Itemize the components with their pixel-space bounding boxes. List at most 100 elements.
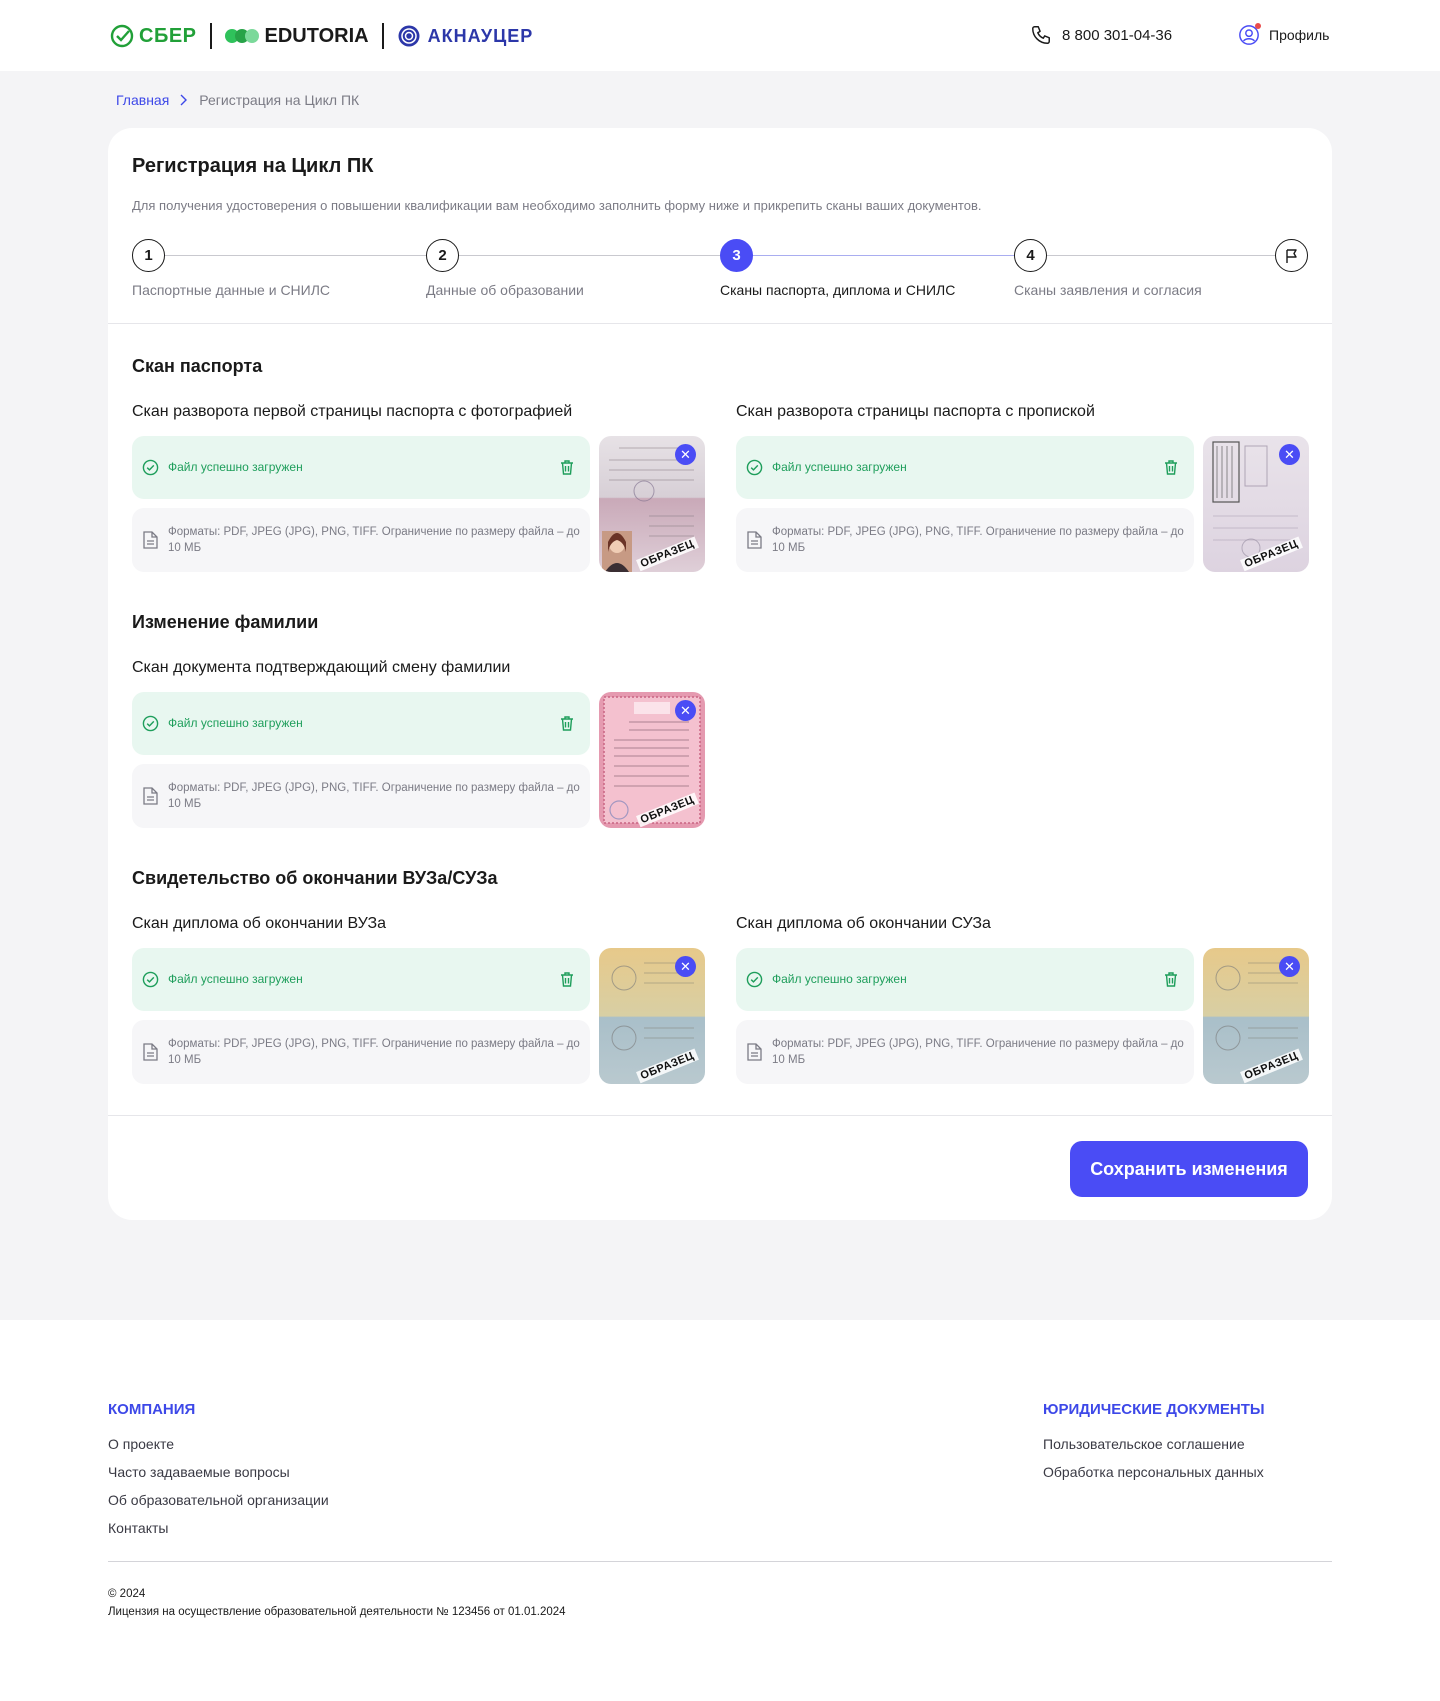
upload-info-box[interactable]: Форматы: PDF, JPEG (JPG), PNG, TIFF. Огр…: [132, 1020, 590, 1084]
step-connector: [753, 255, 1014, 256]
upload-status: Файл успешно загружен: [772, 972, 907, 986]
college-diploma-preview[interactable]: ✕ ОБРАЗЕЦ: [1203, 948, 1309, 1084]
field-label-passport-registration: Скан разворота страницы паспорта с пропи…: [736, 403, 1095, 420]
step-1-label[interactable]: Паспортные данные и СНИЛС: [132, 282, 330, 298]
file-icon: [747, 1043, 762, 1061]
profile-icon: [1238, 23, 1261, 46]
phone-number: 8 800 301-04-36: [1062, 26, 1173, 44]
notification-dot: [1255, 23, 1261, 29]
footer-legal-title: ЮРИДИЧЕСКИЕ ДОКУМЕНТЫ: [1043, 1401, 1265, 1418]
upload-success-box: Файл успешно загружен: [132, 692, 590, 755]
section-title-education: Свидетельство об окончании ВУЗа/СУЗа: [132, 868, 498, 888]
phone-link[interactable]: 8 800 301-04-36: [1030, 24, 1172, 46]
aknaucer-text: АКНАУЦЕР: [427, 25, 534, 46]
breadcrumb-current: Регистрация на Цикл ПК: [199, 92, 360, 108]
upload-success-box: Файл успешно загружен: [736, 948, 1194, 1011]
step-finish-circle[interactable]: [1275, 239, 1308, 272]
check-circle-icon: [142, 459, 159, 476]
upload-formats: Форматы: PDF, JPEG (JPG), PNG, TIFF. Огр…: [168, 1038, 580, 1066]
upload-info-box[interactable]: Форматы: PDF, JPEG (JPG), PNG, TIFF. Огр…: [132, 764, 590, 828]
edutoria-text: EDUTORIA: [264, 24, 369, 47]
logo-separator: [381, 23, 384, 49]
trash-icon[interactable]: [559, 971, 575, 988]
upload-status: Файл успешно загружен: [772, 460, 907, 474]
footer-license: Лицензия на осуществление образовательно…: [108, 1606, 566, 1618]
section-title-passport: Скан паспорта: [132, 356, 263, 376]
footer-divider: [108, 1561, 1332, 1562]
step-4-circle[interactable]: 4: [1014, 239, 1047, 272]
logo-separator: [209, 23, 212, 49]
surname-document-preview[interactable]: ✕ ОБРАЗЕЦ: [599, 692, 705, 828]
profile-link[interactable]: Профиль: [1238, 23, 1330, 46]
passport-registration-preview[interactable]: ✕ ОБРАЗЕЦ: [1203, 436, 1309, 572]
breadcrumb-home[interactable]: Главная: [116, 92, 169, 108]
header: СБЕР EDUTORIA АКНАУЦЕР 8 800 301-04-36 П…: [0, 0, 1440, 71]
footer-link-faq[interactable]: Часто задаваемые вопросы: [108, 1464, 290, 1480]
footer-link-personal-data[interactable]: Обработка персональных данных: [1043, 1464, 1264, 1480]
upload-info-box[interactable]: Форматы: PDF, JPEG (JPG), PNG, TIFF. Огр…: [736, 1020, 1194, 1084]
field-label-university-diploma: Скан диплома об окончании ВУЗа: [132, 915, 387, 932]
aknaucer-logo[interactable]: АКНАУЦЕР: [397, 24, 534, 48]
upload-college-diploma: Файл успешно загружен Форматы: PDF, JPEG…: [736, 948, 1309, 1084]
upload-surname-document: Файл успешно загружен Форматы: PDF, JPEG…: [132, 692, 705, 828]
check-circle-icon: [746, 971, 763, 988]
upload-formats: Форматы: PDF, JPEG (JPG), PNG, TIFF. Огр…: [168, 526, 580, 554]
divider: [108, 1115, 1332, 1116]
edutoria-logo[interactable]: EDUTORIA: [224, 24, 369, 48]
footer-link-contacts[interactable]: Контакты: [108, 1520, 168, 1536]
page-title: Регистрация на Цикл ПК: [132, 155, 374, 177]
upload-status: Файл успешно загружен: [168, 460, 303, 474]
footer-link-agreement[interactable]: Пользовательское соглашение: [1043, 1436, 1245, 1452]
sber-icon: [110, 24, 134, 48]
step-3-label[interactable]: Сканы паспорта, диплома и СНИЛС: [720, 282, 955, 298]
upload-info-box[interactable]: Форматы: PDF, JPEG (JPG), PNG, TIFF. Огр…: [132, 508, 590, 572]
sber-logo[interactable]: СБЕР: [110, 24, 197, 48]
file-icon: [747, 531, 762, 549]
upload-success-box: Файл успешно загружен: [736, 436, 1194, 499]
upload-passport-registration: Файл успешно загружен Форматы: PDF, JPEG…: [736, 436, 1309, 572]
step-4-label[interactable]: Сканы заявления и согласия: [1014, 282, 1202, 298]
breadcrumb: Главная Регистрация на Цикл ПК: [116, 92, 359, 108]
sber-text: СБЕР: [139, 24, 197, 47]
page-description: Для получения удостоверения о повышении …: [132, 198, 982, 213]
footer-link-about[interactable]: О проекте: [108, 1436, 174, 1452]
step-2-label[interactable]: Данные об образовании: [426, 282, 584, 298]
divider: [108, 323, 1332, 324]
step-1-circle[interactable]: 1: [132, 239, 165, 272]
aknaucer-icon: [398, 25, 420, 47]
upload-formats: Форматы: PDF, JPEG (JPG), PNG, TIFF. Огр…: [772, 526, 1184, 554]
remove-file-button[interactable]: ✕: [1279, 956, 1300, 977]
save-changes-button[interactable]: Сохранить изменения: [1070, 1141, 1308, 1197]
remove-file-button[interactable]: ✕: [675, 700, 696, 721]
footer-link-organization[interactable]: Об образовательной организации: [108, 1492, 329, 1508]
step-connector: [459, 255, 720, 256]
field-label-surname-document: Скан документа подтверждающий смену фами…: [132, 659, 511, 676]
edutoria-icon: [224, 29, 259, 43]
logos[interactable]: СБЕР EDUTORIA АКНАУЦЕР: [110, 22, 533, 50]
check-circle-icon: [142, 971, 159, 988]
trash-icon[interactable]: [559, 715, 575, 732]
upload-success-box: Файл успешно загружен: [132, 436, 590, 499]
section-title-surname: Изменение фамилии: [132, 612, 319, 632]
upload-success-box: Файл успешно загружен: [132, 948, 590, 1011]
footer: [0, 1320, 1440, 1701]
upload-info-box[interactable]: Форматы: PDF, JPEG (JPG), PNG, TIFF. Огр…: [736, 508, 1194, 572]
remove-file-button[interactable]: ✕: [675, 444, 696, 465]
step-3-circle[interactable]: 3: [720, 239, 753, 272]
remove-file-button[interactable]: ✕: [1279, 444, 1300, 465]
stepper: 1 Паспортные данные и СНИЛС 2 Данные об …: [132, 239, 1308, 299]
upload-status: Файл успешно загружен: [168, 972, 303, 986]
profile-label: Профиль: [1269, 27, 1330, 43]
footer-copyright: © 2024: [108, 1588, 146, 1600]
trash-icon[interactable]: [559, 459, 575, 476]
trash-icon[interactable]: [1163, 971, 1179, 988]
step-2-circle[interactable]: 2: [426, 239, 459, 272]
step-connector: [165, 255, 426, 256]
field-label-passport-photo: Скан разворота первой страницы паспорта …: [132, 403, 573, 420]
trash-icon[interactable]: [1163, 459, 1179, 476]
passport-photo-preview[interactable]: ✕ ОБРАЗЕЦ: [599, 436, 705, 572]
university-diploma-preview[interactable]: ✕ ОБРАЗЕЦ: [599, 948, 705, 1084]
upload-passport-photo: Файл успешно загружен Форматы: PDF, JPEG…: [132, 436, 705, 572]
footer-company-title: КОМПАНИЯ: [108, 1401, 196, 1418]
remove-file-button[interactable]: ✕: [675, 956, 696, 977]
